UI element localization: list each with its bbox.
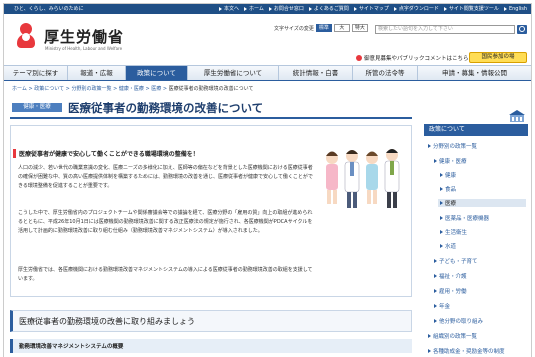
utility-link-accessibility[interactable]: サイト閲覧支援ツール xyxy=(443,4,499,14)
nav-item-applications[interactable]: 申請・募集・情報公開 xyxy=(418,66,531,80)
nav-item-themes[interactable]: テーマ別に探す xyxy=(4,66,68,80)
search-input[interactable]: 検索したい語句を入力して下さい xyxy=(375,25,515,34)
utility-link-home[interactable]: ホーム xyxy=(244,4,264,14)
sidebar-item-health[interactable]: 健康 xyxy=(440,171,456,179)
nav-item-press[interactable]: 報道・広報 xyxy=(68,66,126,80)
sidebar-item-grants[interactable]: 各種助成金・奨励金等の制度 xyxy=(428,347,505,355)
intro-paragraph: 厚生労働省では、各医療機関における勤務環境改善マネジメントシステムの導入による医… xyxy=(18,267,313,282)
sidebar-item-pension[interactable]: 年金 xyxy=(434,302,450,310)
sidebar-item-childcare[interactable]: 子ども・子育て xyxy=(434,257,478,265)
font-size-xlarge-button[interactable]: 特大 xyxy=(351,24,368,32)
sidebar-item-drugs-devices[interactable]: 医薬品・医療機器 xyxy=(440,214,489,222)
sidebar-item-health-medical[interactable]: 健康・医療 xyxy=(434,157,467,165)
sidebar: 政策について 分野別の政策一覧 健康・医療 健康 食品 医療 医薬品・医療機器 … xyxy=(424,124,528,357)
intro-paragraph: こうした中で、厚生労働省内のプロジェクトチームや関係審議会等での議論を経て、医療… xyxy=(18,210,313,234)
page-title: 医療従事者の勤務環境の改善について xyxy=(68,101,264,115)
utility-link-braille[interactable]: 点字ダウンロード xyxy=(393,4,439,14)
ministry-logo-icon[interactable] xyxy=(16,20,36,49)
utility-links: 本文へ ホーム お問合せ窓口 よくあるご質問 サイトマップ 点字ダウンロード サ… xyxy=(218,4,527,14)
sidebar-item-other-fields[interactable]: 他分野の取り組み xyxy=(434,317,483,325)
nav-item-about[interactable]: 厚生労働省について xyxy=(188,66,279,80)
sidebar-item-medical[interactable]: 医療 xyxy=(438,199,526,207)
sidebar-item-org-list[interactable]: 組織別の政策一覧 xyxy=(428,332,477,340)
global-nav: テーマ別に探す 報道・広報 政策について 厚生労働省について 統計情報・白書 所… xyxy=(4,65,531,81)
sidebar-item-water[interactable]: 水道 xyxy=(440,242,456,250)
breadcrumb-policies[interactable]: 政策について xyxy=(34,86,64,92)
search-icon[interactable] xyxy=(517,25,527,34)
font-size-large-button[interactable]: 大 xyxy=(333,24,350,32)
utility-bar: ひと、くらし、みらいのために 本文へ ホーム お問合せ窓口 よくあるご質問 サイ… xyxy=(4,4,531,14)
site-header: 厚生労働省 Ministry of Health, Labour and Wel… xyxy=(4,14,531,65)
sidebar-item-field-list[interactable]: 分野別の政策一覧 xyxy=(428,142,477,150)
font-size-label: 文字サイズの変更 xyxy=(274,25,314,32)
site-name[interactable]: 厚生労働省 xyxy=(44,26,124,47)
utility-link-english[interactable]: English xyxy=(503,4,527,14)
intro-paragraph: 人口の減少、若い世代の職業意識の変化、医療ニーズの多様化に加え、医師等の偏在など… xyxy=(18,165,313,189)
public-comment-link[interactable]: 御意見募集やパブリックコメントはこちら xyxy=(356,54,469,62)
sub-heading-text: 勤務環境改善マネジメントシステムの概要 xyxy=(19,344,124,350)
breadcrumb-current: 医療従事者の勤務環境の改善について xyxy=(168,86,254,92)
section-heading-text: 医療従事者の勤務環境の改善に取り組みましょう xyxy=(19,317,195,326)
sidebar-item-food[interactable]: 食品 xyxy=(440,185,456,193)
utility-link-sitemap[interactable]: サイトマップ xyxy=(353,4,389,14)
breadcrumb-field-list[interactable]: 分野別の政策一覧 xyxy=(71,86,111,92)
breadcrumb-medical[interactable]: 医療 xyxy=(151,86,161,92)
utility-link-faq[interactable]: よくあるご質問 xyxy=(308,4,349,14)
sidebar-item-sanitation[interactable]: 生活衛生 xyxy=(440,228,467,236)
nav-item-statistics[interactable]: 統計情報・白書 xyxy=(279,66,353,80)
utility-link-contact[interactable]: お問合せ窓口 xyxy=(268,4,304,14)
sidebar-heading: 政策について xyxy=(424,124,528,136)
participation-button[interactable]: 国民参加の場 xyxy=(469,52,527,63)
nav-item-laws[interactable]: 所管の法令等 xyxy=(353,66,418,80)
arrow-circle-icon xyxy=(356,55,362,61)
font-size-standard-button[interactable]: 標準 xyxy=(315,24,332,32)
lead-text: 医療従事者が健康で安心して働くことができる職場環境の整備を！ xyxy=(13,149,199,158)
medical-staff-illustration xyxy=(326,149,400,208)
page-title-bar: 健康・医療 医療従事者の勤務環境の改善について xyxy=(10,97,412,119)
font-size-switcher: 文字サイズの変更 標準 大 特大 xyxy=(274,24,368,32)
public-comment-label: 御意見募集やパブリックコメントはこちら xyxy=(364,56,469,62)
section-heading: 医療従事者の勤務環境の改善に取り組みましょう xyxy=(10,310,412,332)
nav-item-policies[interactable]: 政策について xyxy=(126,66,188,80)
site-name-en: Ministry of Health, Labour and Welfare xyxy=(45,46,123,51)
building-icon xyxy=(509,110,525,122)
browser-page: ひと、くらし、みらいのために 本文へ ホーム お問合せ窓口 よくあるご質問 サイ… xyxy=(3,3,532,357)
utility-link-skip[interactable]: 本文へ xyxy=(218,4,239,14)
breadcrumb-health[interactable]: 健康・医療 xyxy=(119,86,144,92)
sidebar-item-welfare[interactable]: 福祉・介護 xyxy=(434,272,467,280)
category-badge: 健康・医療 xyxy=(12,103,62,112)
breadcrumb: ホーム > 政策について > 分野別の政策一覧 > 健康・医療 > 医療 > 医… xyxy=(12,86,254,92)
tagline: ひと、くらし、みらいのために xyxy=(14,6,84,12)
sub-heading: 勤務環境改善マネジメントシステムの概要 xyxy=(10,339,412,353)
breadcrumb-home[interactable]: ホーム xyxy=(12,86,27,92)
sidebar-item-employment[interactable]: 雇用・労働 xyxy=(434,287,467,295)
